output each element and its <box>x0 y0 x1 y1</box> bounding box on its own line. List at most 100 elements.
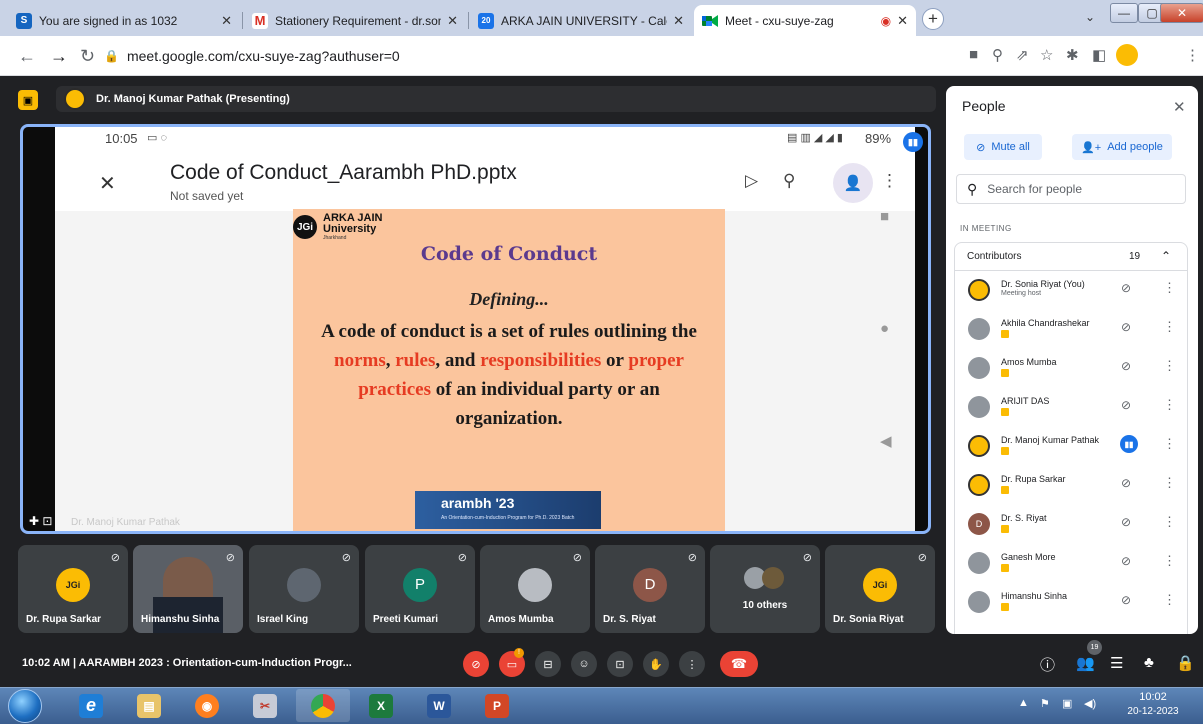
more-options-icon[interactable]: ⋮ <box>1163 280 1176 296</box>
participant-row[interactable]: Ganesh More ⊘ ⋮ <box>955 546 1187 585</box>
more-options-button[interactable]: ⋮ <box>679 651 705 677</box>
mic-off-icon[interactable]: ⊘ <box>1121 593 1131 607</box>
bookmark-star-icon[interactable]: ☆ <box>1040 46 1053 64</box>
flag-icon[interactable]: ⚑ <box>1040 697 1050 710</box>
presentation-icon[interactable]: ▣ <box>18 90 38 110</box>
participant-tile[interactable]: ⊘ JGi Dr. Rupa Sarkar <box>18 545 128 633</box>
present-button[interactable]: ⊡ <box>607 651 633 677</box>
close-icon[interactable]: ✕ <box>99 171 116 196</box>
profile-avatar[interactable] <box>1116 44 1138 66</box>
more-icon[interactable]: ⋮ <box>881 171 898 191</box>
close-icon[interactable]: ✕ <box>897 13 908 29</box>
taskbar-explorer[interactable]: ▤ <box>122 689 176 722</box>
chat-icon[interactable]: ☰ <box>1110 654 1123 672</box>
more-options-icon[interactable]: ⋮ <box>1163 358 1176 374</box>
play-icon[interactable]: ▷ <box>745 171 758 191</box>
contributors-header[interactable]: Contributors 19 ⌃ <box>955 243 1187 271</box>
more-options-icon[interactable]: ⋮ <box>1163 553 1176 569</box>
raise-hand-button[interactable]: ✋ <box>643 651 669 677</box>
participant-tile[interactable]: ⊘ Himanshu Sinha <box>133 545 243 633</box>
emoji-button[interactable]: ☺ <box>571 651 597 677</box>
mic-off-icon[interactable]: ⊘ <box>1121 554 1131 568</box>
taskbar-ie[interactable]: e <box>64 689 118 722</box>
side-panel-icon[interactable]: ◧ <box>1092 46 1106 64</box>
close-icon[interactable]: ✕ <box>221 13 232 29</box>
tab-signed-in[interactable]: S You are signed in as 1032 ✕ <box>8 5 240 36</box>
participant-row[interactable]: D Dr. S. Riyat ⊘ ⋮ <box>955 507 1187 546</box>
participant-row[interactable]: Amos Mumba ⊘ ⋮ <box>955 351 1187 390</box>
participant-name: Israel King <box>257 614 309 625</box>
mic-off-icon[interactable]: ⊘ <box>1121 476 1131 490</box>
new-tab-button[interactable]: + <box>922 8 944 30</box>
mic-off-icon[interactable]: ⊘ <box>1121 320 1131 334</box>
share-person-icon[interactable]: 👤 <box>833 163 873 203</box>
camera-icon[interactable]: ■ <box>969 46 978 63</box>
close-icon[interactable]: ✕ <box>673 13 684 29</box>
taskbar-firefox[interactable]: ◉ <box>180 689 234 722</box>
more-options-icon[interactable]: ⋮ <box>1163 514 1176 530</box>
clock-date[interactable]: 20-12-2023 <box>1122 706 1184 717</box>
taskbar-powerpoint[interactable]: P <box>470 689 524 722</box>
participant-row[interactable]: Dr. Rupa Sarkar ⊘ ⋮ <box>955 468 1187 507</box>
participant-tile[interactable]: ⊘ JGi Dr. Sonia Riyat <box>825 545 935 633</box>
chevron-up-icon[interactable]: ⌃ <box>1161 249 1171 263</box>
participant-row[interactable]: Dr. Sonia Riyat (You) Meeting host ⊘ ⋮ <box>955 273 1187 312</box>
add-people-button[interactable]: 👤+ Add people <box>1072 134 1172 160</box>
tab-calendar[interactable]: 20 ARKA JAIN UNIVERSITY - Calend ✕ <box>470 5 692 36</box>
participant-tile[interactable]: ⊘ P Preeti Kumari <box>365 545 475 633</box>
close-icon[interactable]: ✕ <box>1173 98 1186 116</box>
tab-meet[interactable]: Meet - cxu-suye-zag ◉ ✕ <box>694 5 916 36</box>
taskbar-snipping[interactable]: ✂ <box>238 689 292 722</box>
search-icon[interactable]: ⚲ <box>783 171 795 191</box>
search-people-input[interactable]: ⚲ Search for people <box>956 174 1186 204</box>
participant-row[interactable]: Akhila Chandrashekar ⊘ ⋮ <box>955 312 1187 351</box>
taskbar-chrome[interactable] <box>296 689 350 722</box>
volume-icon[interactable]: ◀) <box>1084 697 1096 710</box>
more-options-icon[interactable]: ⋮ <box>1163 397 1176 413</box>
group-avatar <box>762 567 784 589</box>
mic-off-icon[interactable]: ⊘ <box>1121 398 1131 412</box>
host-controls-icon[interactable]: 🔒 <box>1176 654 1195 672</box>
activities-icon[interactable]: ♣ <box>1144 654 1154 671</box>
omnibox[interactable]: 🔒 meet.google.com/cxu-suye-zag?authuser=… <box>104 42 944 70</box>
captions-button[interactable]: ⊟ <box>535 651 561 677</box>
people-icon[interactable]: 👥 <box>1076 654 1095 672</box>
participant-tile[interactable]: ⊘ Amos Mumba <box>480 545 590 633</box>
share-icon[interactable]: ⇗ <box>1016 46 1029 64</box>
more-options-icon[interactable]: ⋮ <box>1163 592 1176 608</box>
forward-icon[interactable]: → <box>50 46 68 67</box>
zoom-icon[interactable]: ⚲ <box>992 46 1003 64</box>
mic-toggle-button[interactable]: ⊘ <box>463 651 489 677</box>
participant-row[interactable]: Dr. Manoj Kumar Pathak ▮▮ ⋮ <box>955 429 1187 468</box>
tab-search-icon[interactable]: ⌄ <box>1085 10 1095 24</box>
tab-stationery[interactable]: M Stationery Requirement - dr.sonia ✕ <box>244 5 466 36</box>
mic-off-icon[interactable]: ⊘ <box>1121 515 1131 529</box>
participant-row[interactable]: ARIJIT DAS ⊘ ⋮ <box>955 390 1187 429</box>
more-options-icon[interactable]: ⋮ <box>1163 475 1176 491</box>
close-icon[interactable]: ✕ <box>447 13 458 29</box>
info-icon[interactable]: ⓘ <box>1040 654 1055 675</box>
participant-row[interactable]: Himanshu Sinha ⊘ ⋮ <box>955 585 1187 624</box>
window-close-button[interactable]: ✕ <box>1160 3 1203 23</box>
back-icon[interactable]: ← <box>18 46 36 67</box>
menu-kebab-icon[interactable]: ⋮ <box>1185 46 1200 64</box>
taskbar-excel[interactable]: X <box>354 689 408 722</box>
mic-off-icon[interactable]: ⊘ <box>1121 359 1131 373</box>
taskbar-word[interactable]: W <box>412 689 466 722</box>
participant-tile[interactable]: ⊘ Israel King <box>249 545 359 633</box>
network-icon[interactable]: ▣ <box>1062 697 1072 710</box>
more-options-icon[interactable]: ⋮ <box>1163 319 1176 335</box>
tray-arrow-icon[interactable]: ▲ <box>1018 697 1029 709</box>
start-button[interactable] <box>8 689 42 723</box>
mute-all-button[interactable]: ⊘ Mute all <box>964 134 1042 160</box>
clock-time[interactable]: 10:02 <box>1122 691 1184 703</box>
more-options-icon[interactable]: ⋮ <box>1163 436 1176 452</box>
pin-icon[interactable]: ✚ ⊡ <box>29 514 52 528</box>
extensions-icon[interactable]: ✱ <box>1066 46 1079 64</box>
mic-off-icon[interactable]: ⊘ <box>1121 281 1131 295</box>
reload-icon[interactable]: ↻ <box>80 46 95 67</box>
minimize-button[interactable]: — <box>1110 3 1138 23</box>
participant-tile[interactable]: ⊘ D Dr. S. Riyat <box>595 545 705 633</box>
leave-call-button[interactable]: ☎ <box>720 651 758 677</box>
others-tile[interactable]: ⊘ 10 others <box>710 545 820 633</box>
